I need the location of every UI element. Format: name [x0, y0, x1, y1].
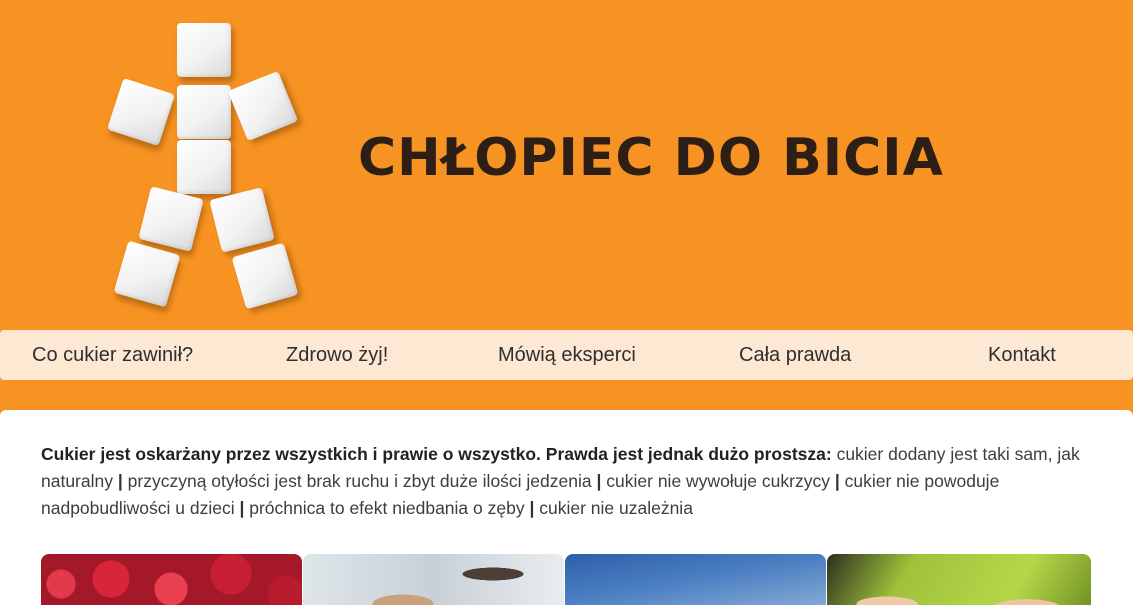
- sugar-cube-head: [177, 23, 231, 77]
- nav-item-zdrowo-zyj[interactable]: Zdrowo żyj!: [286, 330, 388, 380]
- nav-item-kontakt[interactable]: Kontakt: [988, 330, 1056, 380]
- fact-item: cukier nie wywołuje cukrzycy: [606, 471, 830, 491]
- sugar-cube-belly: [177, 140, 231, 194]
- fact-separator: |: [834, 471, 840, 491]
- main-content: Cukier jest oskarżany przez wszystkich i…: [0, 410, 1133, 605]
- intro-lead: Cukier jest oskarżany przez wszystkich i…: [41, 444, 832, 464]
- site-title[interactable]: CHŁOPIEC DO BICIA: [358, 128, 1058, 188]
- nav-item-co-cukier-zawinil[interactable]: Co cukier zawinił?: [32, 330, 193, 380]
- fact-item: cukier nie uzależnia: [539, 498, 693, 518]
- fact-separator: |: [596, 471, 602, 491]
- intro-paragraph: Cukier jest oskarżany przez wszystkich i…: [41, 441, 1081, 522]
- fact-item: próchnica to efekt niedbania o zęby: [249, 498, 525, 518]
- sugar-cube-boy-logo[interactable]: [100, 15, 320, 325]
- sugar-cube-right-leg: [231, 242, 299, 310]
- sugar-cube-left-leg: [113, 240, 181, 308]
- site-header: CHŁOPIEC DO BICIA: [0, 0, 1133, 330]
- hands-green-thumbnail[interactable]: [827, 554, 1091, 605]
- sugar-cube-left-arm: [106, 77, 176, 147]
- nav-item-mowia-eksperci[interactable]: Mówią eksperci: [498, 330, 636, 380]
- sugar-cube-chest: [177, 85, 231, 139]
- sugar-hand-thumbnail[interactable]: [303, 554, 564, 605]
- sky-thumbnail[interactable]: [565, 554, 826, 605]
- sugar-cube-right-thigh: [209, 187, 275, 253]
- main-nav: Co cukier zawinił? Zdrowo żyj! Mówią eks…: [0, 330, 1133, 380]
- nav-item-cala-prawda[interactable]: Cała prawda: [739, 330, 851, 380]
- sugar-cube-left-thigh: [138, 186, 204, 252]
- fact-separator: |: [239, 498, 245, 518]
- fact-separator: |: [529, 498, 535, 518]
- raspberries-thumbnail[interactable]: [41, 554, 302, 605]
- fact-item: przyczyną otyłości jest brak ruchu i zby…: [127, 471, 592, 491]
- fact-separator: |: [117, 471, 123, 491]
- sugar-cube-right-arm: [227, 70, 299, 142]
